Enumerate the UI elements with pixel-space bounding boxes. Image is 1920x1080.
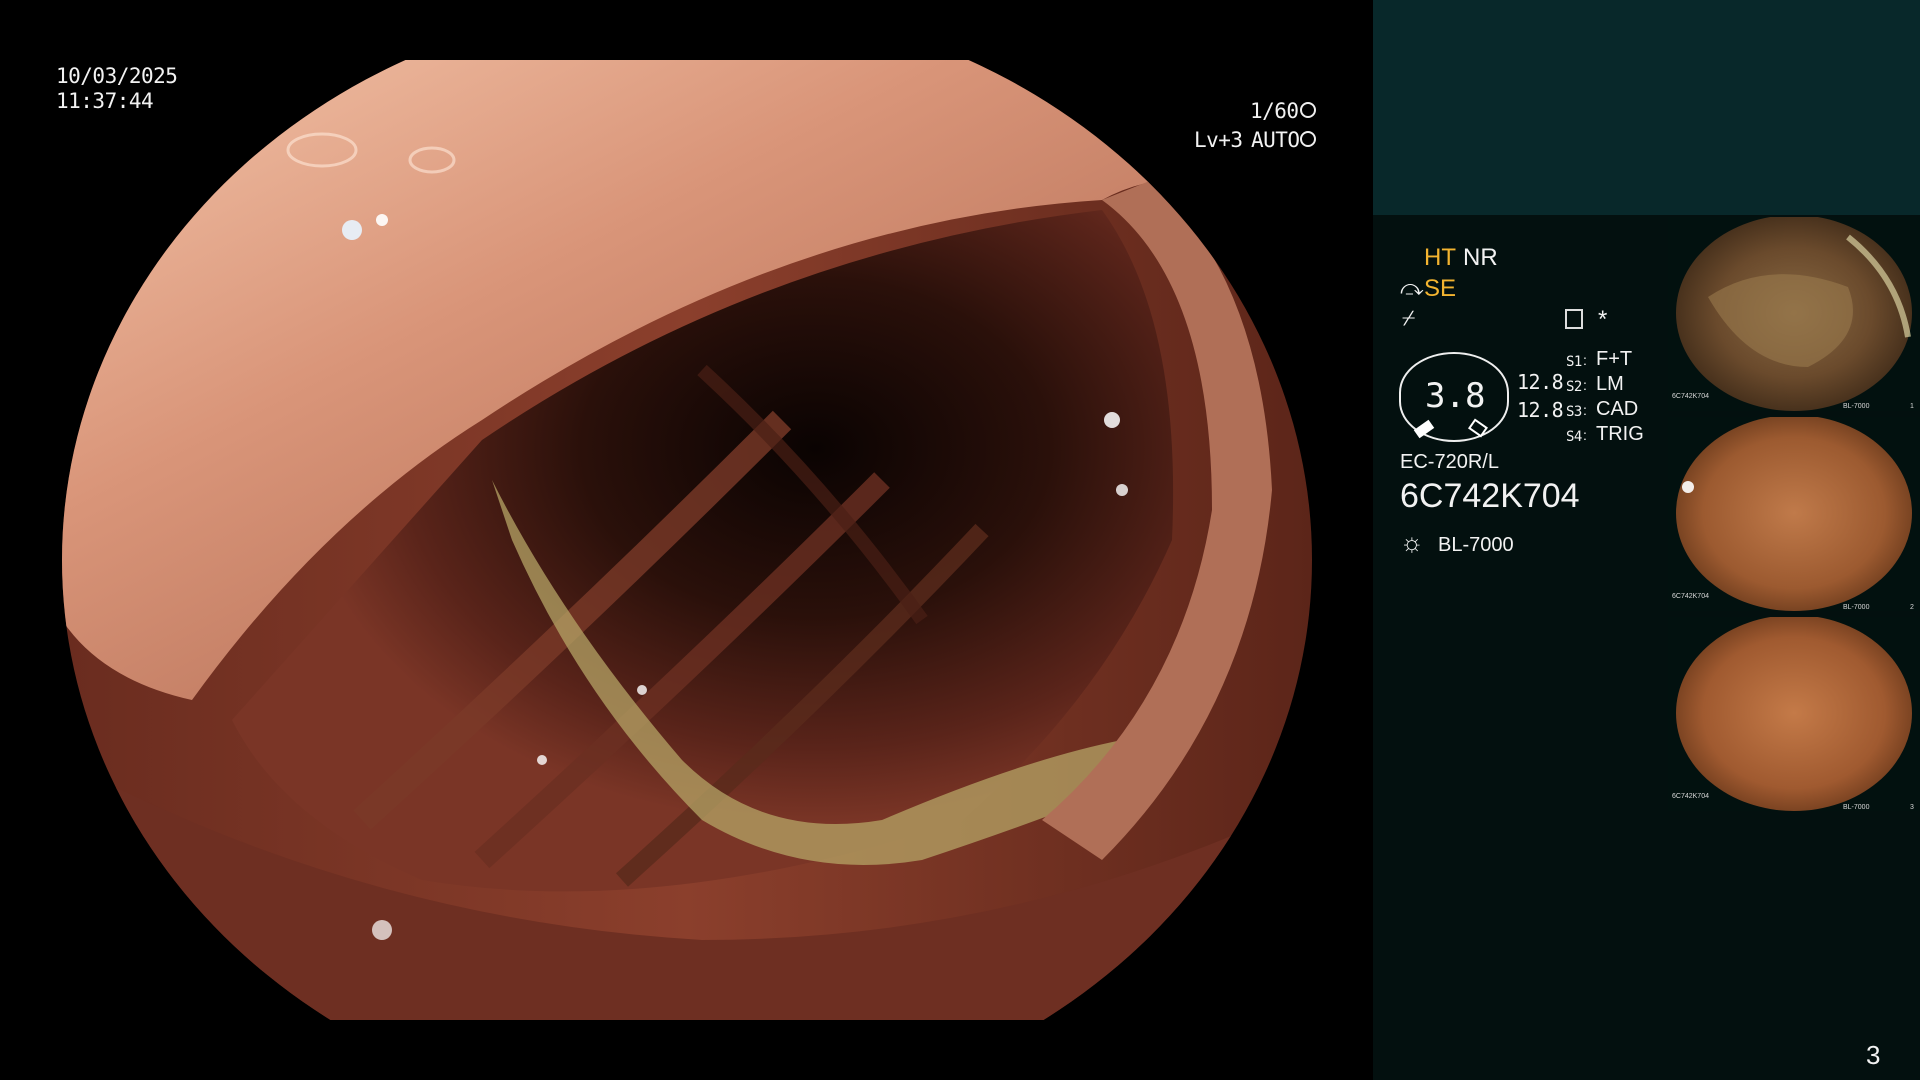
switch-sep-2: : [1583, 377, 1587, 393]
thumbnail-2-index: 2 [1910, 604, 1914, 611]
endoscopy-image [62, 60, 1312, 1020]
thumbnail-3-index: 3 [1910, 804, 1914, 811]
thumbnail-2-light: BL-7000 [1843, 604, 1870, 611]
thumbnail-1-image [1676, 217, 1912, 411]
scope-serial: 6C742K704 [1400, 477, 1580, 515]
asterisk-indicator: * [1598, 306, 1608, 333]
thumbnail-1-index: 1 [1910, 403, 1914, 410]
switch-sep-3: : [1583, 402, 1587, 418]
thumbnail-1-light: BL-7000 [1843, 403, 1870, 410]
iris-icon [1300, 131, 1316, 147]
thumbnail-2-serial: 6C742K704 [1672, 593, 1709, 600]
switch-key-4: S4 [1566, 429, 1582, 445]
thumbnail-2[interactable] [1668, 417, 1920, 611]
light-source: BL-7000 [1438, 534, 1514, 556]
structure-icon: ⌿ [1402, 305, 1416, 330]
iris-mode: AUTO [1251, 128, 1300, 152]
thumbnail-1[interactable] [1668, 217, 1920, 411]
dial-value: 3.8 [1425, 376, 1485, 416]
switch-value-3: CAD [1596, 398, 1639, 420]
thumbnail-3-serial: 6C742K704 [1672, 793, 1709, 800]
exam-time: 11:37:44 [56, 89, 154, 113]
shutter-speed: 1/60 [1250, 99, 1299, 123]
ht-indicator: HT [1424, 244, 1456, 271]
enhancement-icon: ⤼ [1400, 275, 1424, 300]
thumbnail-3[interactable] [1668, 617, 1920, 811]
switch-sep-4: : [1583, 427, 1587, 443]
light-level: Lv+3 [1194, 128, 1243, 152]
thumbnail-2-image [1676, 417, 1912, 611]
switch-value-1: F+T [1596, 348, 1633, 370]
switch-sep-1: : [1583, 352, 1587, 368]
memory-icon [1565, 309, 1583, 329]
switch-key-1: S1 [1566, 354, 1582, 370]
scope-model: EC-720R/L [1400, 451, 1499, 473]
light-source-icon: ☼ [1400, 527, 1424, 557]
se-indicator: SE [1424, 275, 1457, 302]
switch-key-3: S3 [1566, 404, 1582, 420]
thumbnail-3-image [1676, 617, 1912, 811]
nr-indicator: NR [1463, 244, 1498, 271]
readout-1: 12.8 [1517, 370, 1564, 394]
thumbnail-1-serial: 6C742K704 [1672, 393, 1709, 400]
shutter-icon [1300, 102, 1316, 118]
switch-key-2: S2 [1566, 379, 1582, 395]
switch-value-2: LM [1596, 373, 1624, 395]
endoscopy-view [62, 60, 1312, 1020]
page-number: 3 [1866, 1040, 1881, 1070]
readout-2: 12.8 [1517, 398, 1564, 422]
info-panel-header [1373, 0, 1920, 215]
switch-value-4: TRIG [1596, 423, 1644, 445]
exam-date: 10/03/2025 [56, 64, 178, 88]
thumbnail-3-light: BL-7000 [1843, 804, 1870, 811]
